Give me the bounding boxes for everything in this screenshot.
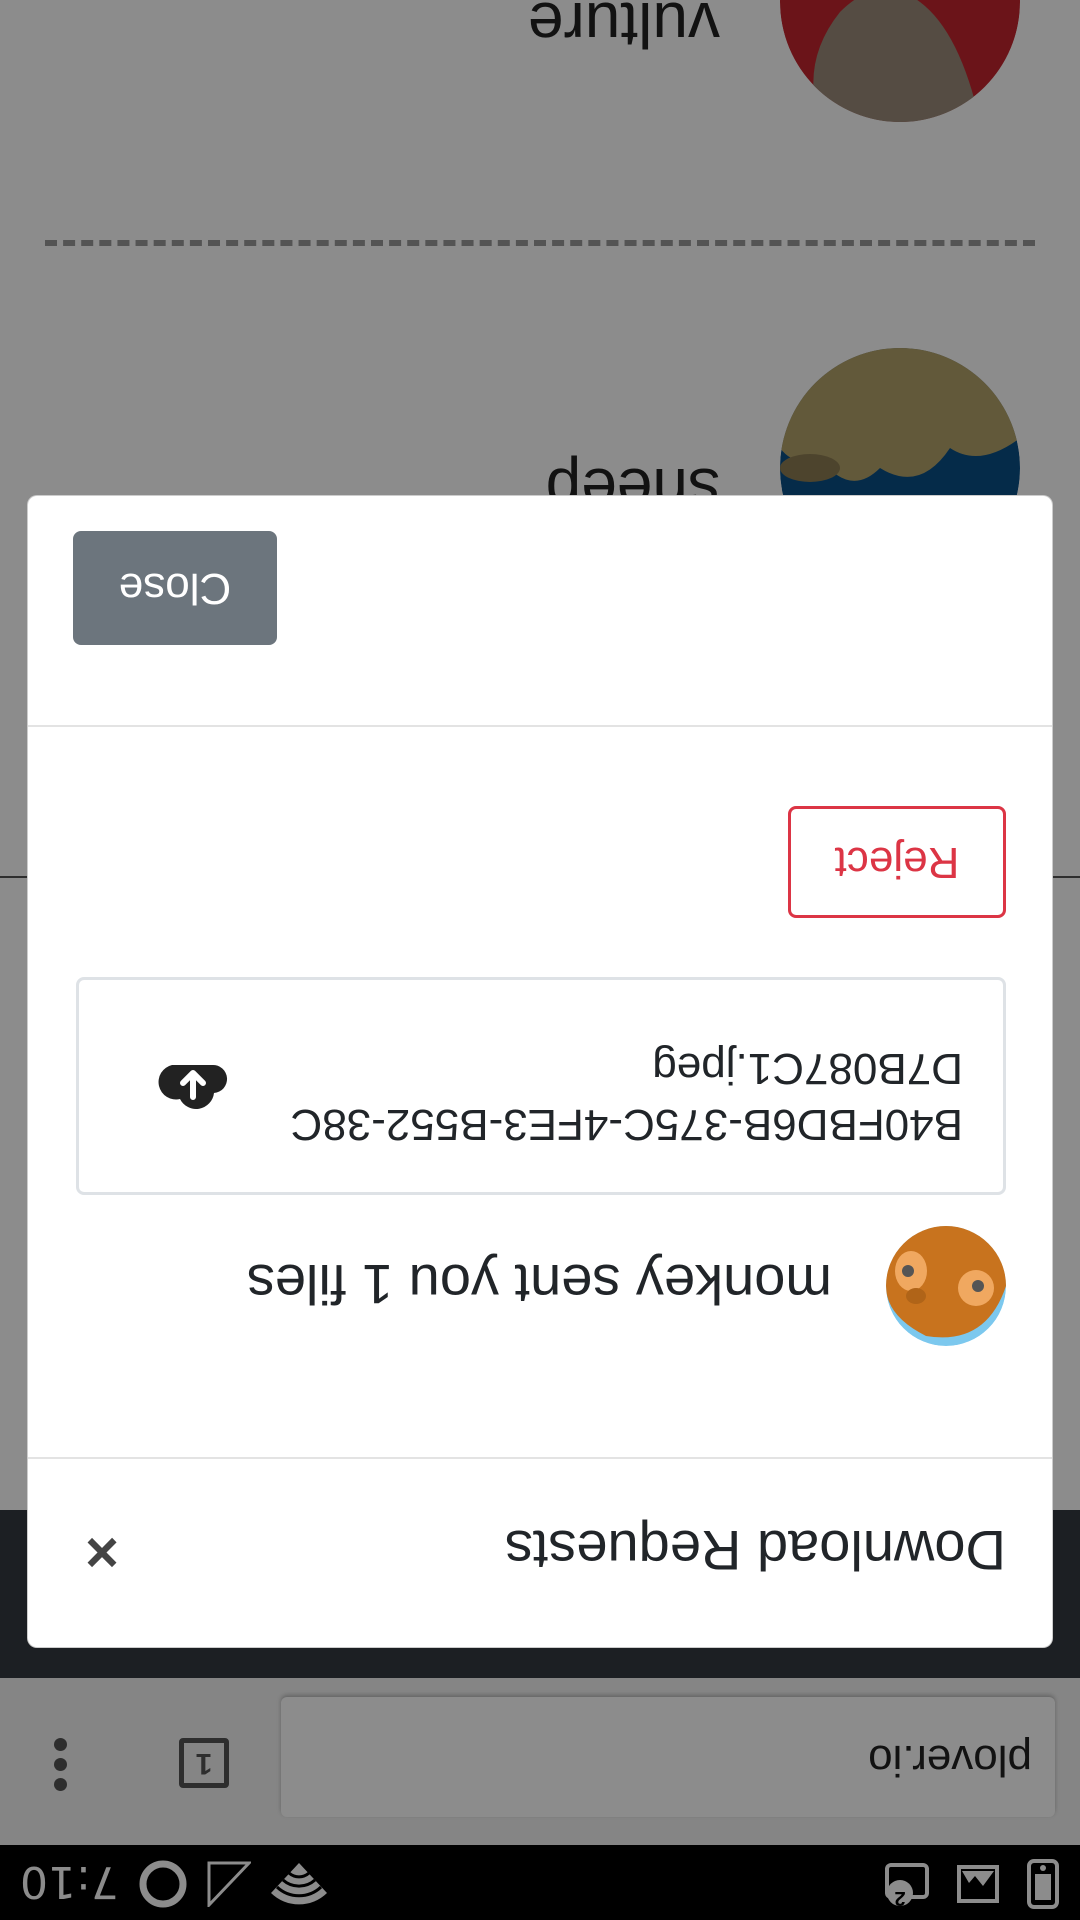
download-requests-modal: Download Requests × monkey sent you 1 fi… xyxy=(27,495,1053,1648)
cloud-download-icon[interactable] xyxy=(158,1061,228,1117)
file-name: B40FBD6B-375C-4FE3-B552-38CD7B087C1.jpeg xyxy=(290,1044,963,1149)
modal-title: Download Requests xyxy=(504,1519,1006,1582)
file-item[interactable]: B40FBD6B-375C-4FE3-B552-38CD7B087C1.jpeg xyxy=(76,977,1006,1195)
modal-header: Download Requests × xyxy=(28,1457,1052,1647)
modal-footer: Close xyxy=(28,495,1052,727)
close-button[interactable]: Close xyxy=(73,531,277,645)
request-message: monkey sent you 1 files xyxy=(246,1253,832,1316)
monkey-avatar xyxy=(886,1226,1006,1346)
reject-button[interactable]: Reject xyxy=(788,806,1006,918)
close-icon[interactable]: × xyxy=(67,1517,137,1587)
